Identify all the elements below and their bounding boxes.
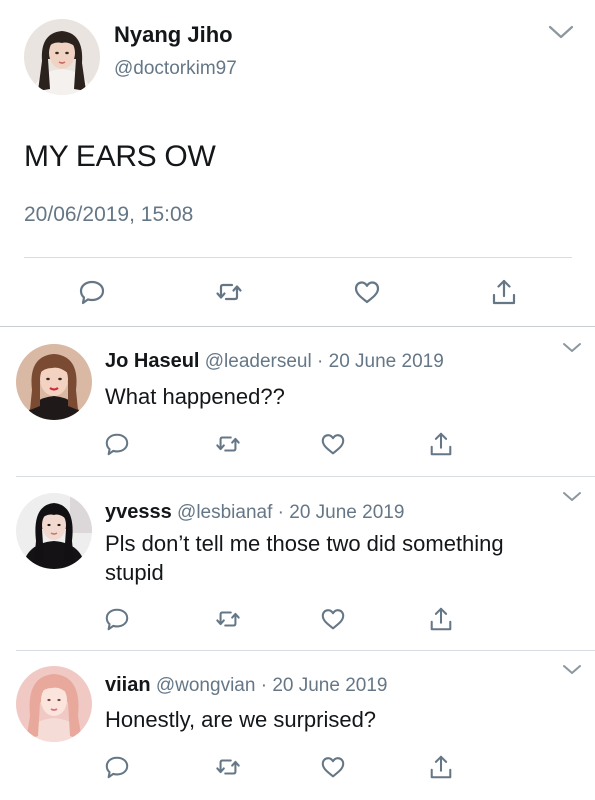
- reply-icon[interactable]: [104, 431, 130, 457]
- share-icon[interactable]: [490, 278, 518, 306]
- share-icon[interactable]: [428, 431, 454, 457]
- reply-date: 20 June 2019: [289, 502, 405, 523]
- like-icon[interactable]: [320, 431, 346, 457]
- reply-author-handle[interactable]: @leaderseul: [205, 351, 312, 372]
- reply-header: yvesss @lesbianaf · 20 June 2019: [105, 501, 404, 524]
- reply-icon[interactable]: [78, 278, 106, 306]
- avatar[interactable]: [16, 344, 92, 420]
- reply-author-name[interactable]: yvesss: [105, 501, 172, 523]
- retweet-icon[interactable]: [215, 606, 241, 632]
- like-icon[interactable]: [320, 754, 346, 780]
- reply-author-handle[interactable]: @lesbianaf: [177, 502, 272, 523]
- retweet-icon[interactable]: [215, 754, 241, 780]
- reply-author-name[interactable]: Jo Haseul: [105, 350, 199, 372]
- reply-tweet[interactable]: Jo Haseul @leaderseul · 20 June 2019 Wha…: [0, 327, 595, 476]
- author-handle[interactable]: @doctorkim97: [114, 58, 237, 80]
- reply-text: Honestly, are we surprised?: [105, 707, 377, 732]
- like-icon[interactable]: [353, 278, 381, 306]
- reply-header: viian @wongvian · 20 June 2019: [105, 674, 388, 697]
- reply-author-name[interactable]: viian: [105, 674, 151, 696]
- divider: [24, 257, 572, 258]
- retweet-icon[interactable]: [215, 431, 241, 457]
- reply-tweet[interactable]: viian @wongvian · 20 June 2019 Honestly,…: [0, 651, 595, 800]
- reply-date: 20 June 2019: [272, 675, 388, 696]
- tweet-timestamp: 20/06/2019, 15:08: [24, 203, 194, 226]
- reply-icon[interactable]: [104, 754, 130, 780]
- retweet-icon[interactable]: [215, 278, 243, 306]
- reply-icon[interactable]: [104, 606, 130, 632]
- reply-header: Jo Haseul @leaderseul · 20 June 2019: [105, 350, 444, 373]
- dot-separator: ·: [272, 502, 290, 523]
- tweet-text: MY EARS OW: [24, 140, 216, 173]
- dot-separator: ·: [255, 675, 273, 696]
- reply-date: 20 June 2019: [328, 351, 444, 372]
- like-icon[interactable]: [320, 606, 346, 632]
- avatar[interactable]: [16, 666, 92, 742]
- share-icon[interactable]: [428, 606, 454, 632]
- main-tweet: Nyang Jiho @doctorkim97 MY EARS OW 20/06…: [0, 0, 595, 326]
- share-icon[interactable]: [428, 754, 454, 780]
- reply-author-handle[interactable]: @wongvian: [156, 675, 256, 696]
- author-name[interactable]: Nyang Jiho: [114, 22, 233, 48]
- chevron-down-icon[interactable]: [548, 24, 574, 40]
- reply-text: Pls don’t tell me those two did somethin…: [105, 531, 504, 585]
- chevron-down-icon[interactable]: [562, 342, 582, 354]
- author-avatar[interactable]: [24, 19, 100, 95]
- reply-tweet[interactable]: yvesss @lesbianaf · 20 June 2019 Pls don…: [0, 477, 595, 650]
- avatar[interactable]: [16, 493, 92, 569]
- dot-separator: ·: [311, 351, 329, 372]
- chevron-down-icon[interactable]: [562, 664, 582, 676]
- reply-text: What happened??: [105, 384, 285, 409]
- chevron-down-icon[interactable]: [562, 491, 582, 503]
